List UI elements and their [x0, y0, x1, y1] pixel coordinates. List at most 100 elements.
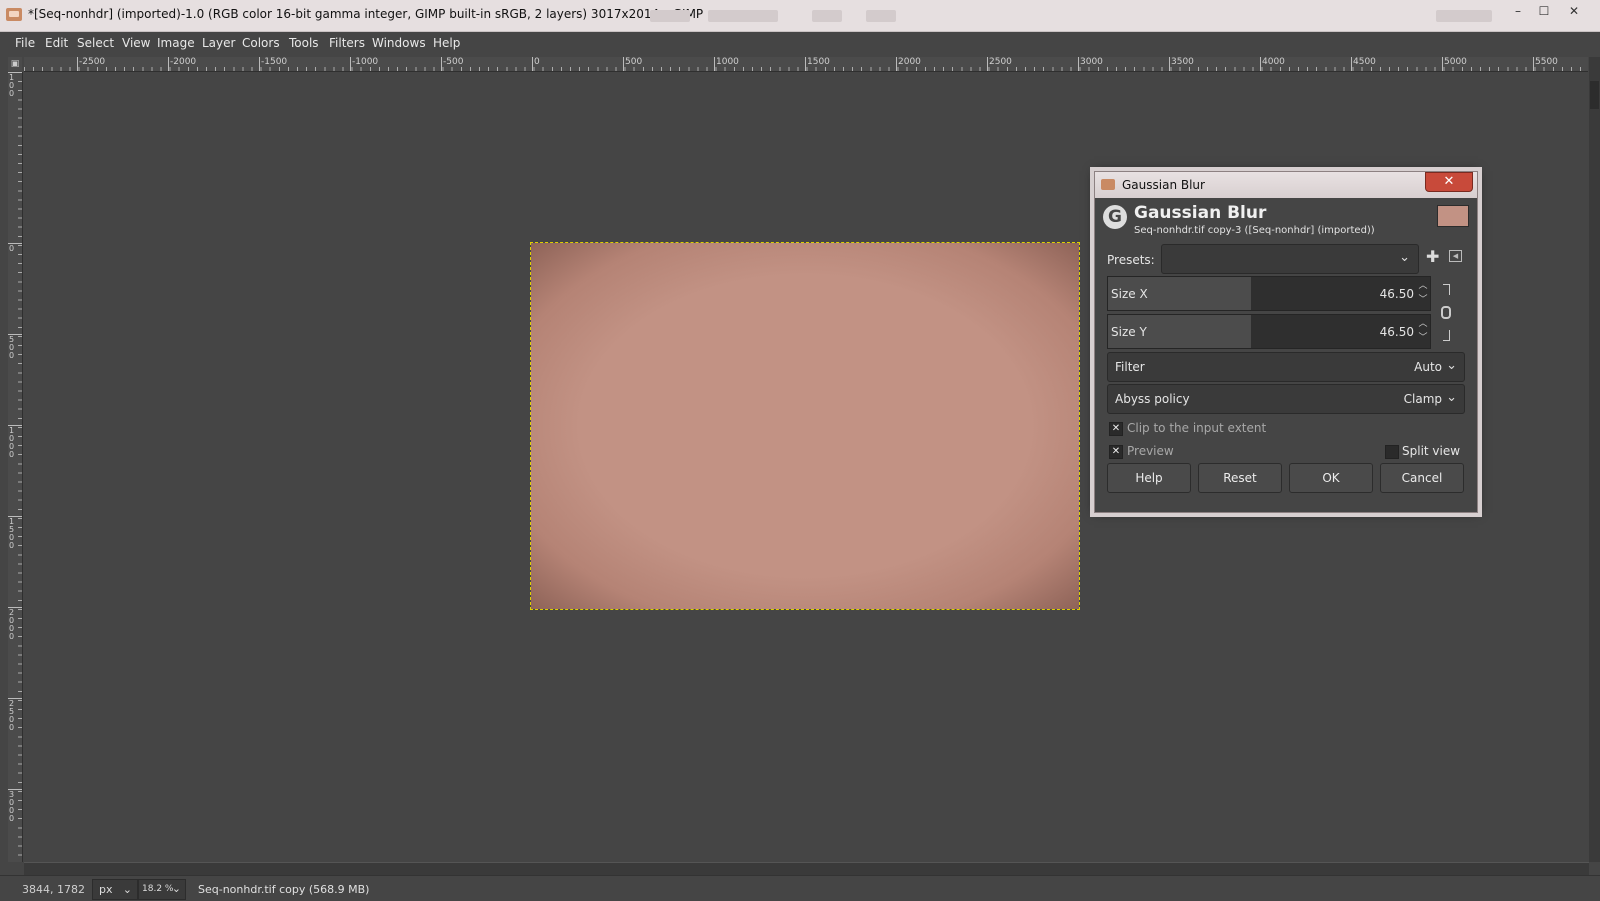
ruler-tick-label: -1500	[261, 57, 288, 67]
ruler-tick-label: 2000	[9, 608, 15, 641]
size-x-stepper[interactable]: ︿ ﹀	[1417, 279, 1429, 308]
menu-colors[interactable]: Colors	[242, 36, 280, 50]
ruler-major-tick	[1351, 57, 1352, 71]
ruler-major-tick	[1533, 57, 1534, 71]
ruler-major-tick	[532, 57, 533, 71]
help-button[interactable]: Help	[1107, 463, 1191, 493]
drawable-preview-swatch	[1437, 205, 1469, 227]
dialog-titlebar[interactable]: Gaussian Blur ✕	[1095, 172, 1477, 198]
presets-dropdown[interactable]: ⌄	[1161, 244, 1419, 274]
titlebar-faded-toolbar	[708, 10, 778, 22]
window-titlebar: *[Seq-nonhdr] (imported)-1.0 (RGB color …	[0, 0, 1600, 32]
titlebar-faded-toolbar	[812, 10, 842, 22]
dialog-window-title: Gaussian Blur	[1122, 178, 1205, 192]
chevron-down-icon: ⌄	[1446, 358, 1457, 373]
window-title: *[Seq-nonhdr] (imported)-1.0 (RGB color …	[28, 7, 704, 21]
chevron-down-icon[interactable]: ﹀	[1417, 293, 1429, 307]
unit-value: px	[99, 883, 113, 896]
size-y-value[interactable]: 46.50	[1380, 325, 1414, 339]
unit-selector[interactable]: px ⌄	[92, 879, 138, 900]
split-view-label: Split view	[1402, 444, 1461, 458]
horizontal-ruler[interactable]: -2500 -2000 -1500 -1000 -500 0 500 1000 …	[24, 57, 1588, 72]
zoom-selector[interactable]: 18.2 % ⌄	[138, 879, 186, 900]
chevron-down-icon[interactable]: ﹀	[1417, 331, 1429, 345]
dialog-close-button[interactable]: ✕	[1425, 172, 1473, 192]
gimp-app-icon	[1101, 179, 1115, 190]
filter-dropdown[interactable]: Filter Auto ⌄	[1107, 352, 1465, 382]
vertical-ruler[interactable]: 100 0 500 1000 1500 2000 2500 3000	[8, 72, 23, 862]
menu-select[interactable]: Select	[77, 36, 114, 50]
vertical-scrollbar[interactable]	[1589, 57, 1600, 862]
ruler-tick-label: 4000	[1262, 57, 1285, 67]
size-y-spinscale[interactable]: Size Y 46.50 ︿ ﹀	[1107, 314, 1431, 349]
chevron-down-icon: ⌄	[1399, 250, 1410, 265]
ruler-major-tick	[441, 57, 442, 71]
menu-layer[interactable]: Layer	[202, 36, 235, 50]
menu-windows[interactable]: Windows	[372, 36, 426, 50]
menu-file[interactable]: File	[15, 36, 35, 50]
ruler-major-tick	[805, 57, 806, 71]
cancel-button[interactable]: Cancel	[1380, 463, 1464, 493]
maximize-button[interactable]: ☐	[1532, 3, 1556, 21]
zoom-value: 18.2 %	[142, 884, 174, 894]
menubar: File Edit Select View Image Layer Colors…	[0, 32, 1600, 56]
ruler-tick-label: 1500	[9, 517, 15, 550]
ruler-tick-label: 4500	[1353, 57, 1376, 67]
add-preset-icon[interactable]: ✚	[1426, 247, 1439, 266]
filter-value: Auto	[1414, 360, 1442, 374]
clip-input-extent-checkbox[interactable]: ✕	[1109, 422, 1123, 436]
quick-mask-corner-icon[interactable]: ▣	[8, 57, 22, 71]
chevron-up-icon[interactable]: ︿	[1417, 317, 1429, 331]
menu-filters[interactable]: Filters	[329, 36, 365, 50]
chevron-up-icon[interactable]: ︿	[1417, 279, 1429, 293]
ruler-tick-label: 1500	[807, 57, 830, 67]
size-x-value[interactable]: 46.50	[1380, 287, 1414, 301]
ruler-major-tick	[714, 57, 715, 71]
ruler-major-tick	[623, 57, 624, 71]
ruler-major-tick	[1078, 57, 1079, 71]
ruler-major-tick	[896, 57, 897, 71]
preset-menu-icon[interactable]: ◀	[1449, 250, 1462, 262]
clip-input-extent-row[interactable]: ✕ Clip to the input extent	[1109, 421, 1266, 436]
vertical-scroll-thumb[interactable]	[1590, 81, 1599, 109]
minimize-button[interactable]: –	[1506, 3, 1530, 21]
preview-checkbox[interactable]: ✕	[1109, 445, 1123, 459]
image-layer-preview[interactable]	[530, 242, 1080, 610]
ruler-tick-label: 3000	[1080, 57, 1103, 67]
ruler-major-tick	[987, 57, 988, 71]
horizontal-scrollbar[interactable]	[24, 862, 1589, 875]
ruler-tick-label: 3500	[1171, 57, 1194, 67]
menu-image[interactable]: Image	[157, 36, 195, 50]
dialog-heading: Gaussian Blur	[1134, 203, 1267, 223]
preview-row[interactable]: ✕ Preview	[1109, 444, 1174, 459]
split-view-checkbox[interactable]	[1385, 445, 1399, 459]
pointer-coordinates: 3844, 1782	[22, 883, 85, 896]
reset-button[interactable]: Reset	[1198, 463, 1282, 493]
gegl-icon: G	[1103, 205, 1127, 229]
gaussian-blur-dialog: Gaussian Blur ✕ G Gaussian Blur Seq-nonh…	[1094, 171, 1478, 513]
ruler-major-tick	[168, 57, 169, 71]
menu-tools[interactable]: Tools	[289, 36, 319, 50]
abyss-policy-dropdown[interactable]: Abyss policy Clamp ⌄	[1107, 384, 1465, 414]
titlebar-faded-toolbar	[866, 10, 896, 22]
ruler-major-tick	[1260, 57, 1261, 71]
chevron-down-icon: ⌄	[122, 883, 132, 896]
ruler-tick-label: 1000	[716, 57, 739, 67]
close-button[interactable]: ✕	[1562, 3, 1586, 21]
preview-label: Preview	[1127, 444, 1174, 458]
ruler-major-tick	[259, 57, 260, 71]
chain-link-icon[interactable]	[1441, 284, 1453, 341]
size-y-stepper[interactable]: ︿ ﹀	[1417, 317, 1429, 346]
ruler-tick-label: 500	[9, 335, 15, 360]
size-x-spinscale[interactable]: Size X 46.50 ︿ ﹀	[1107, 276, 1431, 311]
chain-link	[1441, 306, 1451, 319]
menu-help[interactable]: Help	[433, 36, 460, 50]
menu-view[interactable]: View	[122, 36, 150, 50]
menu-edit[interactable]: Edit	[45, 36, 68, 50]
size-y-label: Size Y	[1111, 325, 1147, 339]
ruler-major-tick	[1169, 57, 1170, 71]
ruler-tick-label: 2000	[898, 57, 921, 67]
split-view-row[interactable]: Split view	[1385, 444, 1460, 459]
ok-button[interactable]: OK	[1289, 463, 1373, 493]
statusbar: 3844, 1782 px ⌄ 18.2 % ⌄ Seq-nonhdr.tif …	[0, 875, 1600, 901]
